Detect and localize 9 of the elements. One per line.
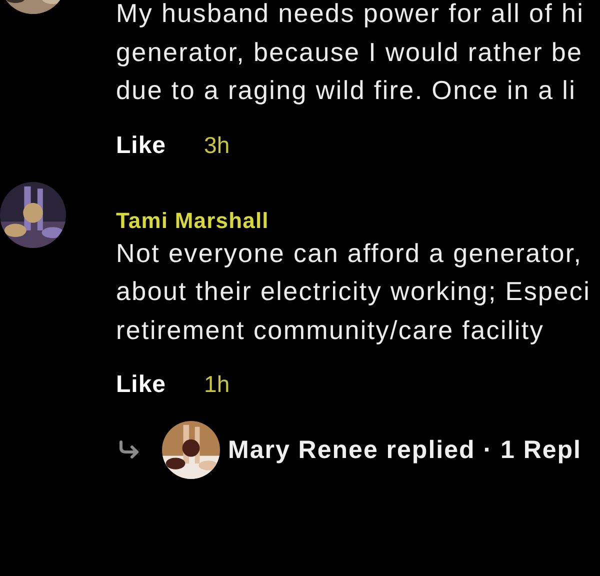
like-button[interactable]: Like: [116, 132, 166, 160]
timestamp[interactable]: 1h: [204, 371, 230, 398]
timestamp[interactable]: 3h: [204, 132, 230, 158]
replies-link[interactable]: Mary Renee replied · 1 Repl: [228, 436, 582, 464]
author-name[interactable]: Tami Marshall: [116, 208, 269, 234]
comment-text: Not everyone can afford a generator, about their electricity working; Especi retirement community/care facility: [116, 236, 591, 346]
comment-text: My husband needs power for all of hi generator, because I would rather be due to a raging wild fire. Once in a li: [116, 0, 584, 107]
reply-arrow-icon: [118, 440, 140, 460]
like-button[interactable]: Like: [116, 371, 166, 399]
